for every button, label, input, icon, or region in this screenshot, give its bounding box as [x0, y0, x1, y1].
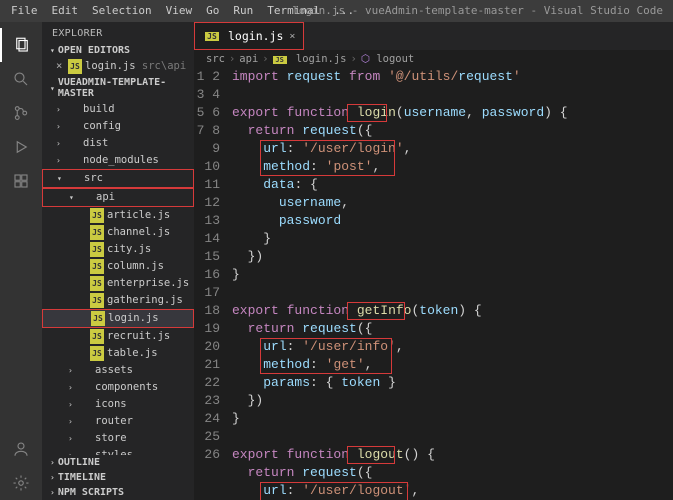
js-icon: JS [91, 311, 105, 326]
js-icon: JS [90, 346, 104, 361]
sidebar-section[interactable]: ›NPM SCRIPTS [42, 485, 194, 500]
open-editor-item[interactable]: ×JS login.js src\api [42, 58, 194, 75]
sidebar: EXPLORER ▾OPEN EDITORS ×JS login.js src\… [42, 22, 194, 500]
js-icon: JS [90, 225, 104, 240]
open-editors-header[interactable]: ▾OPEN EDITORS [42, 43, 194, 58]
tab-login[interactable]: JS login.js × [194, 22, 304, 50]
js-icon: JS [90, 276, 104, 291]
menu-item[interactable]: View [159, 0, 200, 22]
tree-item[interactable]: ▾src [42, 169, 194, 188]
menu-item[interactable]: Selection [85, 0, 159, 22]
tree-item[interactable]: JSchannel.js [42, 224, 194, 241]
window-title: login.js - vueAdmin-template-master - Vi… [282, 0, 673, 22]
tree-item[interactable]: ›styles [42, 447, 194, 455]
tree-item[interactable]: JSgathering.js [42, 292, 194, 309]
breadcrumb-item[interactable]: api [239, 53, 258, 65]
js-icon: JS [68, 59, 82, 74]
tree-item[interactable]: JStable.js [42, 345, 194, 362]
tree-item[interactable]: JScity.js [42, 241, 194, 258]
tree-item[interactable]: ›dist [42, 135, 194, 152]
js-icon: JS [205, 32, 219, 41]
tree-item[interactable]: JSrecruit.js [42, 328, 194, 345]
tab-bar: JS login.js × [194, 22, 673, 50]
js-icon: JS [90, 293, 104, 308]
sidebar-section[interactable]: ›OUTLINE [42, 455, 194, 470]
close-icon[interactable]: × [289, 31, 295, 42]
tree-item[interactable]: ›router [42, 413, 194, 430]
sidebar-title: EXPLORER [42, 22, 194, 43]
tree-item[interactable]: ›config [42, 118, 194, 135]
tree-item[interactable]: ›store [42, 430, 194, 447]
menu-item[interactable]: Go [199, 0, 226, 22]
js-icon: JS [90, 208, 104, 223]
line-gutter: 1 2 3 4 5 6 7 8 9 10 11 12 13 14 15 16 1… [194, 68, 232, 500]
menu-item[interactable]: Run [226, 0, 260, 22]
tree-item[interactable]: JScolumn.js [42, 258, 194, 275]
debug-icon[interactable] [0, 130, 42, 164]
tree-item[interactable]: JSarticle.js [42, 207, 194, 224]
tree-item[interactable]: ›build [42, 101, 194, 118]
tree-item[interactable]: JSlogin.js [42, 309, 194, 328]
js-icon: JS [90, 242, 104, 257]
tree-item[interactable]: ›node_modules [42, 152, 194, 169]
editor-area: JS login.js × src›api›JS login.js›⬡ logo… [194, 22, 673, 500]
breadcrumb-item[interactable]: ⬡ logout [361, 53, 414, 65]
sidebar-section[interactable]: ›TIMELINE [42, 470, 194, 485]
tree-item[interactable]: ›icons [42, 396, 194, 413]
breadcrumb-item[interactable]: JS login.js [273, 53, 347, 65]
tree-item[interactable]: JSenterprise.js [42, 275, 194, 292]
search-icon[interactable] [0, 62, 42, 96]
file-tree: ›build›config›dist›node_modules▾src▾apiJ… [42, 101, 194, 455]
tree-item[interactable]: ▾api [42, 188, 194, 207]
tree-item[interactable]: ›assets [42, 362, 194, 379]
tree-item[interactable]: ›components [42, 379, 194, 396]
menu-item[interactable]: Edit [45, 0, 86, 22]
breadcrumb[interactable]: src›api›JS login.js›⬡ logout [194, 50, 673, 68]
menu-item[interactable]: File [4, 0, 45, 22]
breadcrumb-item[interactable]: src [206, 53, 225, 65]
source-control-icon[interactable] [0, 96, 42, 130]
code-editor[interactable]: import request from '@/utils/request' ex… [232, 68, 673, 500]
js-icon: JS [90, 329, 104, 344]
extensions-icon[interactable] [0, 164, 42, 198]
project-header[interactable]: ▾VUEADMIN-TEMPLATE-MASTER [42, 75, 194, 101]
activity-bar [0, 22, 42, 500]
js-icon: JS [90, 259, 104, 274]
account-icon[interactable] [0, 432, 42, 466]
explorer-icon[interactable] [0, 28, 42, 62]
gear-icon[interactable] [0, 466, 42, 500]
